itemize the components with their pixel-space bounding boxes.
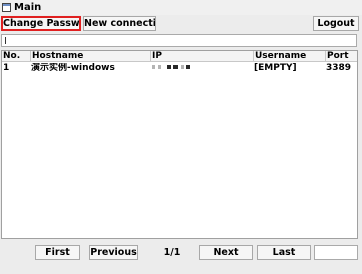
window-title: Main bbox=[14, 2, 42, 13]
last-page-button[interactable]: Last bbox=[257, 245, 311, 260]
cell-port: 3389 bbox=[326, 63, 352, 73]
search-input[interactable] bbox=[1, 34, 357, 47]
new-connection-button[interactable]: New connection bbox=[83, 16, 156, 31]
page-number-input[interactable] bbox=[314, 245, 358, 260]
text-caret bbox=[5, 37, 6, 44]
cell-hostname: 演示实例-windows bbox=[31, 63, 115, 73]
cell-ip-redacted bbox=[152, 64, 198, 72]
table-row[interactable]: 1 演示实例-windows [EMPTY] 3389 bbox=[2, 63, 357, 73]
column-header-port[interactable]: Port bbox=[325, 51, 357, 61]
table-header: No. Hostname IP Username Port bbox=[2, 51, 357, 62]
cell-username: [EMPTY] bbox=[254, 63, 297, 73]
column-header-username[interactable]: Username bbox=[253, 51, 325, 61]
first-page-button[interactable]: First bbox=[35, 245, 80, 260]
window-title-bar: Main bbox=[0, 0, 362, 15]
window-app-icon bbox=[2, 3, 11, 12]
connections-table: No. Hostname IP Username Port 1 演示实例-win… bbox=[1, 50, 358, 239]
column-header-no[interactable]: No. bbox=[2, 51, 30, 61]
page-indicator: 1/1 bbox=[163, 247, 181, 258]
column-header-ip[interactable]: IP bbox=[150, 51, 253, 61]
next-page-button[interactable]: Next bbox=[199, 245, 253, 260]
cell-no: 1 bbox=[3, 63, 10, 73]
previous-page-button[interactable]: Previous bbox=[89, 245, 138, 260]
change-password-button[interactable]: Change Password bbox=[1, 16, 81, 31]
logout-button[interactable]: Logout bbox=[313, 16, 359, 31]
column-header-hostname[interactable]: Hostname bbox=[30, 51, 150, 61]
